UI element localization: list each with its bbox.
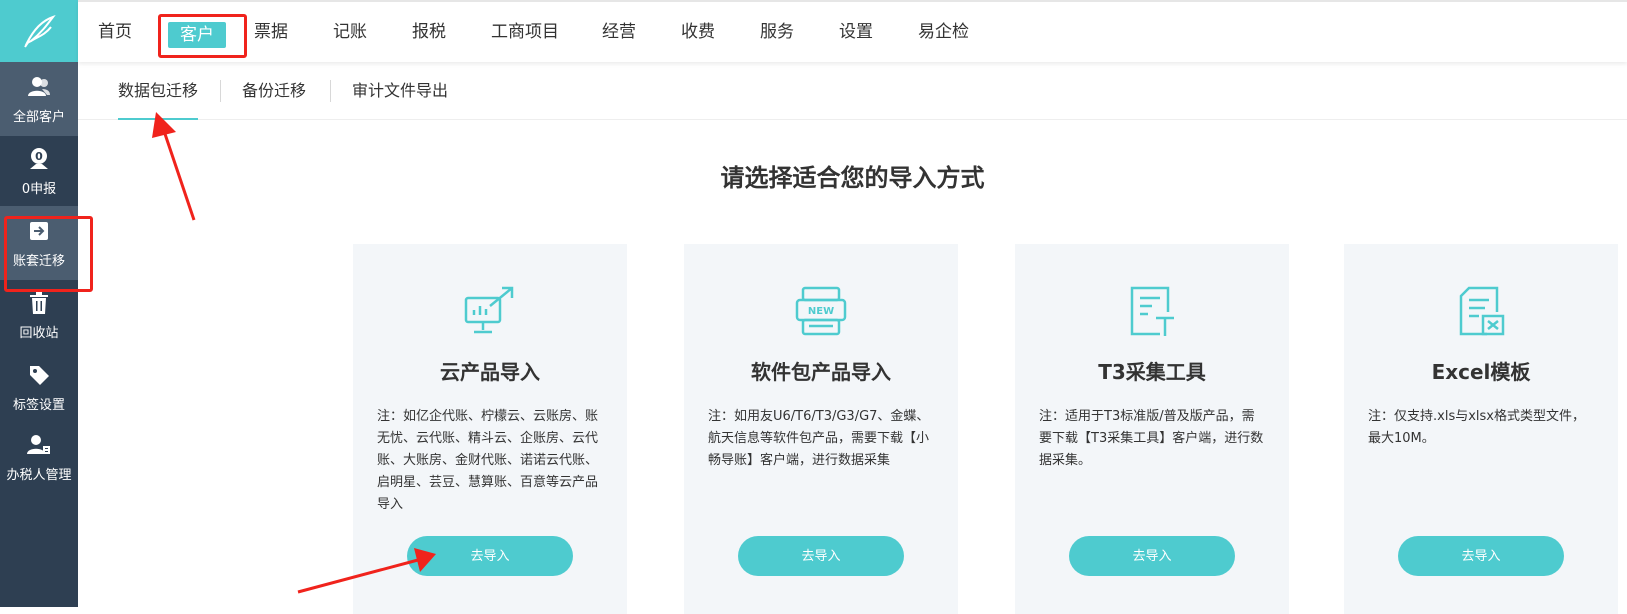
tab-audit-file-export[interactable]: 审计文件导出: [352, 78, 448, 104]
sidebar-item-recycle-bin[interactable]: 回收站: [0, 278, 78, 352]
logo[interactable]: [0, 0, 78, 62]
card-title: Excel模板: [1431, 360, 1531, 384]
page-heading: 请选择适合您的导入方式: [720, 164, 985, 192]
nav-item-settings[interactable]: 设置: [839, 20, 873, 44]
go-import-button-excel-template[interactable]: 去导入: [1398, 536, 1564, 576]
import-card-excel-template: Excel模板 注：仅支持.xls与xlsx格式类型文件，最大10M。 去导入: [1344, 244, 1618, 614]
sidebar-item-label: 回收站: [19, 325, 59, 341]
sidebar-item-zero-declaration[interactable]: 0 0申报: [0, 134, 78, 208]
nav-item-customers[interactable]: 客户: [168, 22, 226, 48]
card-title: 云产品导入: [440, 360, 540, 384]
tax-agent-icon: [26, 432, 52, 458]
import-card-t3-tool: T3采集工具 注：适用于T3标准版/普及版产品，需要下载【T3采集工具】客户端，…: [1015, 244, 1289, 614]
card-title: 软件包产品导入: [751, 360, 891, 384]
card-description: 注：如用友U6/T6/T3/G3/G7、金蝶、航天信息等软件包产品，需要下载【小…: [708, 409, 930, 468]
nav-item-tax-filing[interactable]: 报税: [412, 20, 446, 44]
sidebar-item-label: 标签设置: [12, 397, 65, 413]
sidebar: 全部客户 0 0申报 账套迁移 回收站 标签设置 办税人管理: [0, 0, 78, 607]
go-import-button-cloud[interactable]: 去导入: [407, 536, 573, 576]
card-description: 注：仅支持.xls与xlsx格式类型文件，最大10M。: [1368, 409, 1585, 446]
nav-item-invoices[interactable]: 票据: [254, 20, 288, 44]
excel-template-icon: [1451, 282, 1511, 342]
zero-badge-text: 0: [35, 150, 43, 163]
card-description: 注：如亿企代账、柠檬云、云账房、账无忧、云代账、精斗云、企账房、云代账、大账房、…: [377, 409, 599, 512]
tag-icon: [26, 362, 52, 388]
t3-tool-icon: [1122, 282, 1182, 342]
nav-item-yiqijian[interactable]: 易企检: [918, 20, 969, 44]
nav-item-business-projects[interactable]: 工商项目: [491, 20, 559, 44]
sidebar-item-all-customers[interactable]: 全部客户: [0, 62, 78, 136]
migrate-icon: [26, 218, 52, 244]
nav-item-billing[interactable]: 收费: [681, 20, 715, 44]
nav-item-home[interactable]: 首页: [98, 20, 132, 44]
nav-item-services[interactable]: 服务: [760, 20, 794, 44]
sidebar-item-account-migration[interactable]: 账套迁移: [0, 206, 78, 280]
nav-item-bookkeeping[interactable]: 记账: [333, 20, 367, 44]
new-badge-text: NEW: [808, 306, 834, 317]
import-card-cloud: 云产品导入 注：如亿企代账、柠檬云、云账房、账无忧、云代账、精斗云、企账房、云代…: [353, 244, 627, 614]
sub-tabs: 数据包迁移 备份迁移 审计文件导出: [78, 62, 1627, 120]
feather-logo-icon: [24, 15, 56, 48]
nav-item-operations[interactable]: 经营: [602, 20, 636, 44]
tab-backup-migration[interactable]: 备份迁移: [242, 78, 306, 104]
go-import-button-t3-tool[interactable]: 去导入: [1069, 536, 1235, 576]
card-description: 注：适用于T3标准版/普及版产品，需要下载【T3采集工具】客户端，进行数据采集。: [1039, 409, 1264, 468]
tab-divider: [330, 80, 331, 102]
go-import-button-software-package[interactable]: 去导入: [738, 536, 904, 576]
sidebar-item-label: 账套迁移: [12, 253, 65, 269]
users-icon: [26, 74, 52, 100]
tab-data-package-migration[interactable]: 数据包迁移: [118, 78, 199, 120]
sidebar-item-tag-settings[interactable]: 标签设置: [0, 350, 78, 424]
top-nav: 首页 客户 票据 记账 报税 工商项目 经营 收费 服务 设置 易企检: [78, 0, 1627, 62]
sidebar-item-label: 0申报: [21, 181, 57, 197]
sidebar-item-tax-agent-management[interactable]: 办税人管理: [0, 420, 78, 494]
sidebar-item-label: 办税人管理: [6, 467, 72, 483]
tab-divider: [220, 80, 221, 102]
trash-icon: [26, 290, 52, 316]
import-card-software-package: NEW 软件包产品导入 注：如用友U6/T6/T3/G3/G7、金蝶、航天信息等…: [684, 244, 958, 614]
zero-declaration-icon: 0: [26, 146, 52, 172]
software-package-icon: NEW: [791, 282, 851, 342]
card-title: T3采集工具: [1098, 360, 1206, 384]
cloud-import-icon: [460, 282, 520, 342]
sidebar-item-label: 全部客户: [12, 109, 65, 125]
